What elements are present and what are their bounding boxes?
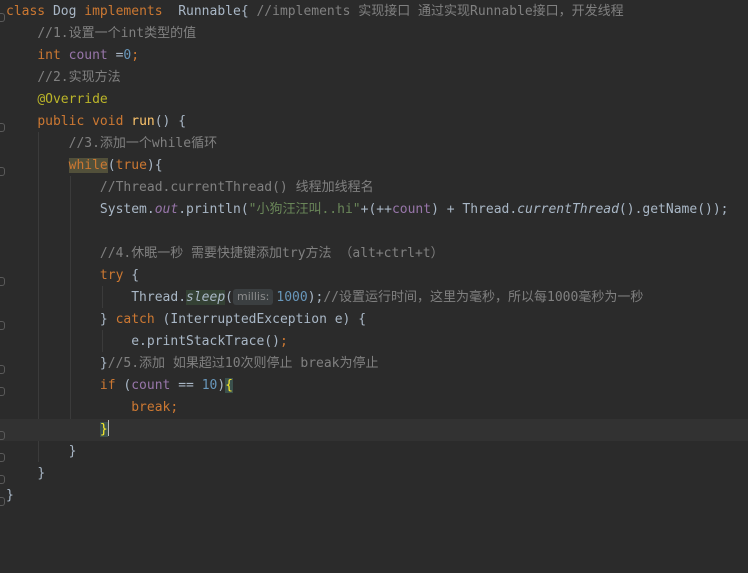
code-line[interactable]: }	[0, 485, 748, 507]
fold-marker-icon[interactable]	[0, 431, 5, 440]
fold-marker-icon[interactable]	[0, 497, 5, 506]
code-line[interactable]: //Thread.currentThread() 线程加线程名	[0, 177, 748, 199]
code-line[interactable]: if (count == 10){	[0, 375, 748, 397]
code-line[interactable]: try {	[0, 265, 748, 287]
code-line[interactable]: } catch (InterruptedException e) {	[0, 309, 748, 331]
parameter-hint: millis:	[233, 289, 274, 305]
code-line[interactable]	[0, 221, 748, 243]
code-line[interactable]: //2.实现方法	[0, 67, 748, 89]
text-caret	[107, 420, 109, 436]
code-line[interactable]: }//5.添加 如果超过10次则停止 break为停止	[0, 353, 748, 375]
fold-marker-icon[interactable]	[0, 453, 5, 462]
code-line[interactable]: //1.设置一个int类型的值	[0, 23, 748, 45]
fold-marker-icon[interactable]	[0, 365, 5, 374]
fold-marker-icon[interactable]	[0, 167, 5, 176]
code-line[interactable]: }	[0, 441, 748, 463]
fold-marker-icon[interactable]	[0, 475, 5, 484]
fold-marker-icon[interactable]	[0, 321, 5, 330]
code-line[interactable]: @Override	[0, 89, 748, 111]
code-line[interactable]: break;	[0, 397, 748, 419]
code-line[interactable]: e.printStackTrace();	[0, 331, 748, 353]
code-line[interactable]: class Dog implements Runnable{ //impleme…	[0, 1, 748, 23]
code-line[interactable]: //3.添加一个while循环	[0, 133, 748, 155]
fold-marker-icon[interactable]	[0, 277, 5, 286]
code-line[interactable]: Thread.sleep(millis: 1000);//设置运行时间，这里为毫秒…	[0, 287, 748, 309]
code-editor[interactable]: class Dog implements Runnable{ //impleme…	[0, 0, 748, 533]
code-line[interactable]: while(true){	[0, 155, 748, 177]
code-line[interactable]: //4.休眠一秒 需要快捷键添加try方法 （alt+ctrl+t）	[0, 243, 748, 265]
code-line[interactable]: System.out.println("小狗汪汪叫..hi"+(++count)…	[0, 199, 748, 221]
fold-marker-icon[interactable]	[0, 13, 5, 22]
code-line-current[interactable]: }	[0, 419, 748, 441]
fold-marker-icon[interactable]	[0, 387, 5, 396]
code-line[interactable]: }	[0, 463, 748, 485]
code-line[interactable]: int count =0;	[0, 45, 748, 67]
fold-marker-icon[interactable]	[0, 123, 5, 132]
code-line[interactable]: public void run() {	[0, 111, 748, 133]
